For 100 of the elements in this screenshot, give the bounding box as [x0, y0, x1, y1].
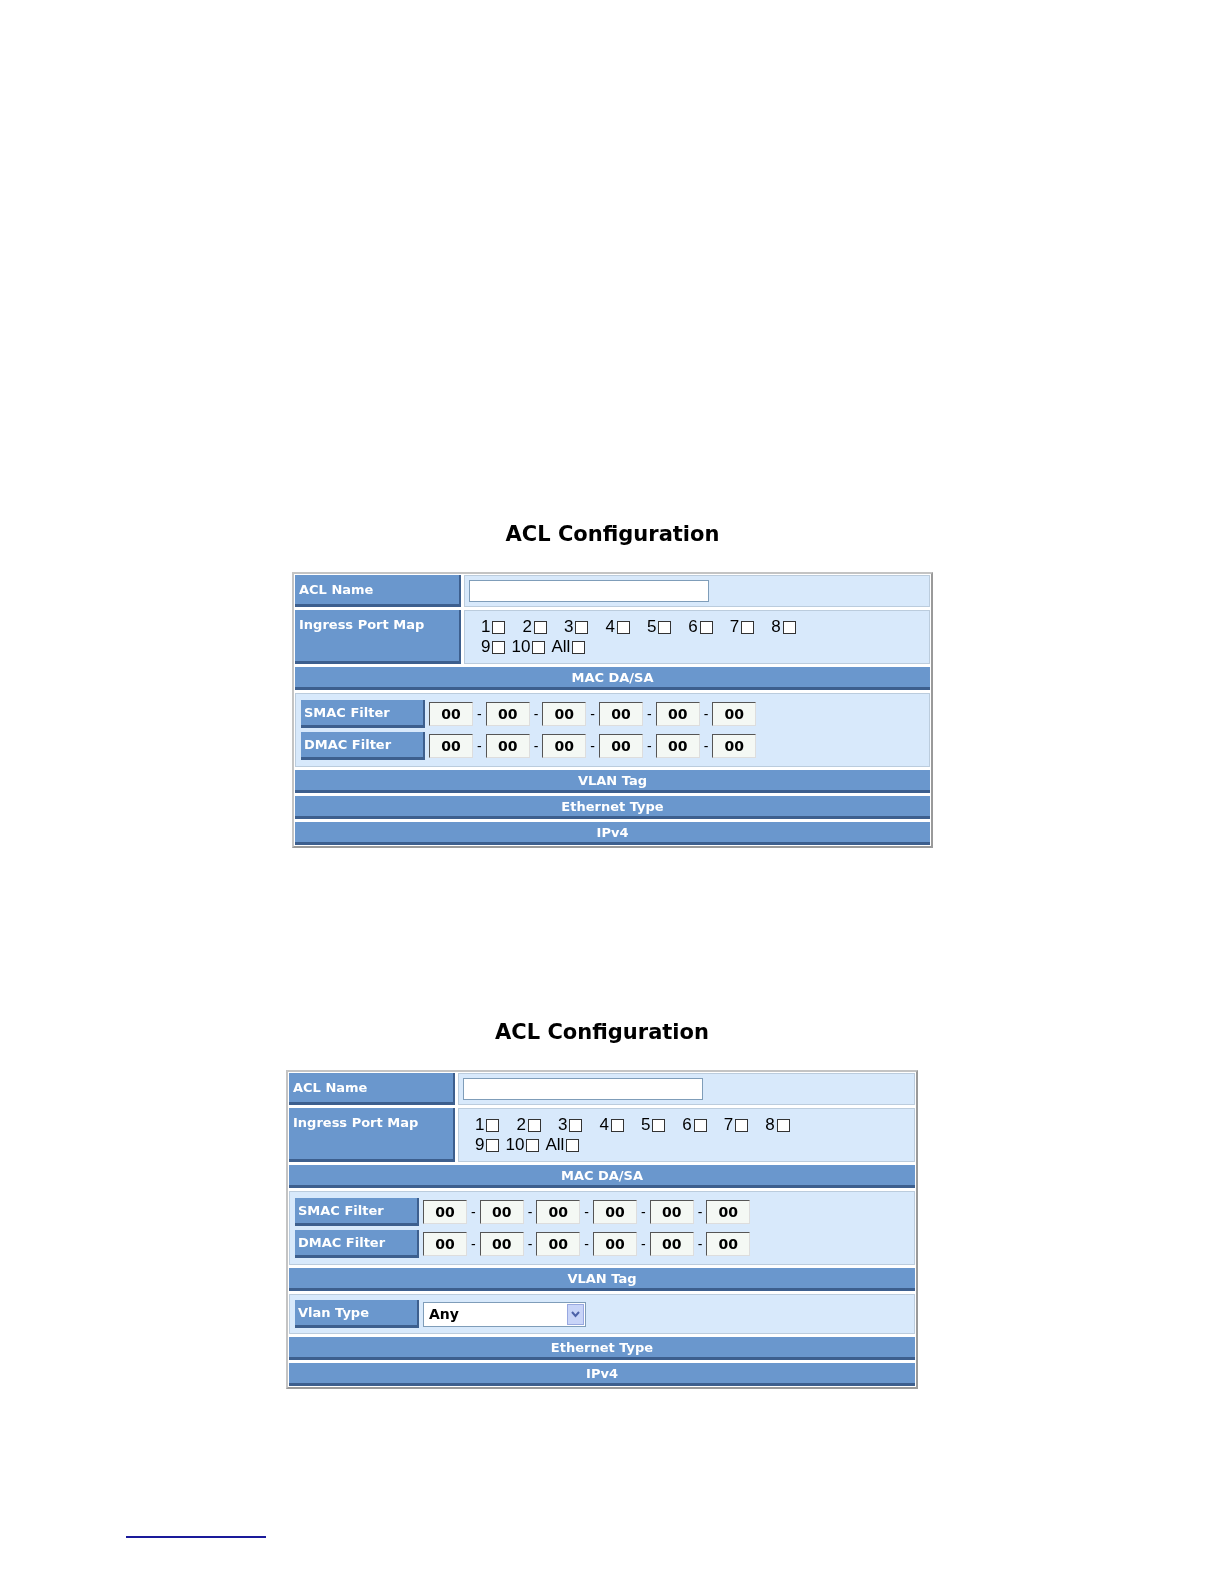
separator: -: [703, 738, 709, 754]
input-field[interactable]: 00: [649, 1200, 694, 1224]
input-field[interactable]: 00: [485, 734, 530, 758]
checkbox[interactable]: [693, 1118, 707, 1132]
checkbox[interactable]: [486, 1118, 500, 1132]
separator: -: [647, 706, 652, 722]
port-label: 3: [557, 1115, 568, 1135]
input-field[interactable]: 00: [479, 1200, 524, 1224]
input-field[interactable]: 00: [479, 1232, 524, 1256]
separator: -: [533, 738, 539, 754]
input-field[interactable]: 00: [536, 1200, 581, 1224]
separator: -: [584, 1204, 589, 1220]
checkbox[interactable]: [533, 620, 547, 634]
input-field[interactable]: 00: [536, 1232, 581, 1256]
input-field[interactable]: 00: [655, 734, 700, 758]
field-label: SMAC Filter: [301, 700, 425, 728]
input-field[interactable]: 00: [599, 702, 643, 726]
port-label: 1: [481, 617, 491, 637]
input-field[interactable]: 00: [423, 1232, 467, 1256]
checkbox[interactable]: [526, 1138, 540, 1152]
checkbox[interactable]: [566, 1138, 580, 1152]
port-label: All: [545, 1135, 565, 1155]
separator: -: [641, 1236, 646, 1252]
input-field[interactable]: 00: [429, 702, 473, 726]
port-label: 5: [646, 617, 657, 637]
caret-icon: [567, 1303, 584, 1325]
port-label: 10: [511, 637, 531, 657]
dropdown[interactable]: Any: [423, 1301, 586, 1327]
checkbox[interactable]: [616, 620, 630, 634]
checkbox[interactable]: [652, 1118, 666, 1132]
checkbox[interactable]: [610, 1118, 624, 1132]
separator: -: [533, 706, 539, 722]
port-label: 4: [605, 617, 615, 637]
page-title: ACL Configuration: [494, 1020, 710, 1044]
input-field[interactable]: 00: [712, 734, 757, 758]
separator: -: [697, 1204, 703, 1220]
input-field[interactable]: 00: [429, 734, 473, 758]
checkbox[interactable]: [658, 620, 672, 634]
page-title: ACL Configuration: [504, 522, 721, 546]
separator: -: [647, 738, 652, 754]
input-field[interactable]: 00: [485, 702, 530, 726]
field-label: Ingress Port Map: [289, 1108, 455, 1162]
checkbox[interactable]: [527, 1118, 541, 1132]
field-label: ACL Name: [295, 575, 461, 607]
port-label: 6: [682, 1115, 692, 1135]
separator: -: [477, 706, 482, 722]
port-label: 7: [723, 1115, 734, 1135]
field-label: Vlan Type: [295, 1300, 419, 1328]
separator: -: [641, 1204, 646, 1220]
input-field[interactable]: 00: [706, 1232, 751, 1256]
input-field[interactable]: 00: [706, 1200, 751, 1224]
field-label: DMAC Filter: [295, 1230, 419, 1258]
input-field[interactable]: 00: [542, 734, 587, 758]
checkbox[interactable]: [486, 1138, 500, 1152]
port-label: 1: [475, 1115, 485, 1135]
input-field[interactable]: 00: [423, 1200, 467, 1224]
input-field[interactable]: 00: [593, 1232, 637, 1256]
separator: -: [584, 1236, 589, 1252]
input-field[interactable]: [463, 1078, 703, 1100]
port-label: 8: [765, 1115, 775, 1135]
checkbox[interactable]: [575, 620, 589, 634]
checkbox[interactable]: [782, 620, 796, 634]
field-label: DMAC Filter: [301, 732, 425, 760]
checkbox[interactable]: [532, 640, 546, 654]
port-label: 7: [729, 617, 740, 637]
checkbox[interactable]: [492, 640, 506, 654]
input-field[interactable]: [469, 580, 709, 602]
port-label: All: [551, 637, 571, 657]
input-field[interactable]: 00: [649, 1232, 694, 1256]
input-field[interactable]: 00: [655, 702, 700, 726]
port-label: 5: [640, 1115, 651, 1135]
checkbox[interactable]: [492, 620, 506, 634]
input-field[interactable]: 00: [599, 734, 643, 758]
separator: -: [590, 706, 595, 722]
separator: -: [527, 1204, 533, 1220]
port-label: 10: [505, 1135, 525, 1155]
checkbox[interactable]: [572, 640, 586, 654]
separator: -: [471, 1204, 476, 1220]
checkbox[interactable]: [735, 1118, 749, 1132]
checkbox[interactable]: [776, 1118, 790, 1132]
checkbox[interactable]: [699, 620, 713, 634]
port-label: 2: [516, 1115, 526, 1135]
port-label: 8: [771, 617, 781, 637]
port-label: 2: [522, 617, 532, 637]
separator: -: [527, 1236, 533, 1252]
input-field[interactable]: 00: [712, 702, 757, 726]
port-label: 9: [475, 1135, 485, 1155]
separator: -: [590, 738, 595, 754]
input-field[interactable]: 00: [593, 1200, 637, 1224]
port-label: 4: [599, 1115, 609, 1135]
checkbox[interactable]: [741, 620, 755, 634]
checkbox[interactable]: [569, 1118, 583, 1132]
field-label: SMAC Filter: [295, 1198, 419, 1226]
separator: -: [697, 1236, 703, 1252]
port-label: 3: [563, 617, 574, 637]
port-label: 9: [481, 637, 491, 657]
input-field[interactable]: 00: [542, 702, 587, 726]
field-label: ACL Name: [289, 1073, 455, 1105]
field-label: Ingress Port Map: [295, 610, 461, 664]
port-label: 6: [688, 617, 698, 637]
